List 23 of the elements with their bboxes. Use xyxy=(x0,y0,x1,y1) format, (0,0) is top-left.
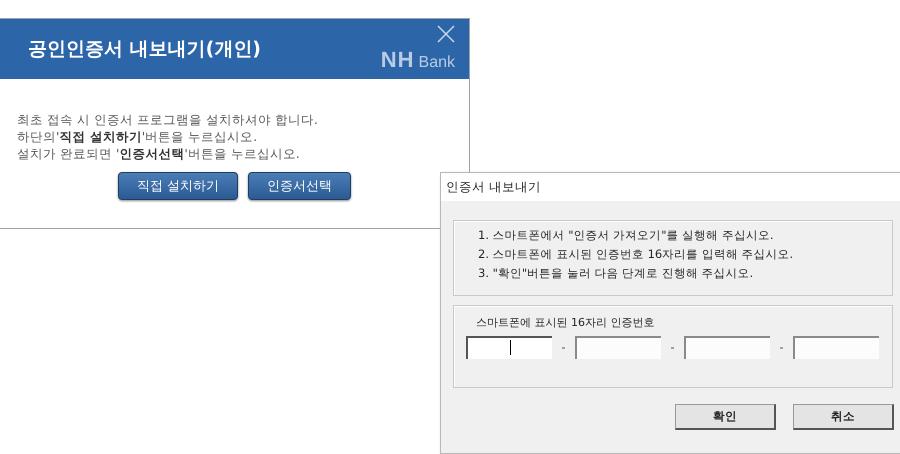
code-field[interactable] xyxy=(793,336,879,359)
cancel-button[interactable]: 취소 xyxy=(793,404,894,430)
code-label: 스마트폰에 표시된 16자리 인증번호 xyxy=(475,315,656,330)
code-field[interactable] xyxy=(684,336,770,359)
instruction-text: 설치가 완료되면 '인증서선택'버튼을 누르십시오. xyxy=(17,145,301,162)
select-certificate-button[interactable]: 인증서선택 xyxy=(248,172,352,200)
step-text: 1. 스마트폰에서 "인증서 가져오기"를 실행해 주십시오. xyxy=(478,227,774,243)
separator-text: - xyxy=(670,341,676,354)
separator-text: - xyxy=(560,341,566,354)
window-title: 인증서 내보내기 xyxy=(446,178,541,196)
dialog-title: 공인인증서 내보내기(개인) xyxy=(28,37,261,62)
close-icon[interactable] xyxy=(437,25,455,43)
confirm-button[interactable]: 확인 xyxy=(675,404,776,430)
logo-word: Bank xyxy=(418,54,455,72)
step-text: 2. 스마트폰에 표시된 인증번호 16자리를 입력해 주십시오. xyxy=(478,246,794,262)
instruction-text: 하단의'직접 설치하기'버튼을 누르십시오. xyxy=(17,128,258,145)
install-button[interactable]: 직접 설치하기 xyxy=(118,172,238,200)
code-field[interactable] xyxy=(575,336,661,359)
code-field[interactable] xyxy=(466,336,552,359)
logo-mark: NH xyxy=(380,47,415,73)
step-text: 3. "확인"버튼을 눌러 다음 단계로 진행해 주십시오. xyxy=(478,265,754,281)
instruction-text: 최초 접속 시 인증서 프로그램을 설치하셔야 합니다. xyxy=(17,111,319,128)
separator-text: - xyxy=(778,341,784,354)
